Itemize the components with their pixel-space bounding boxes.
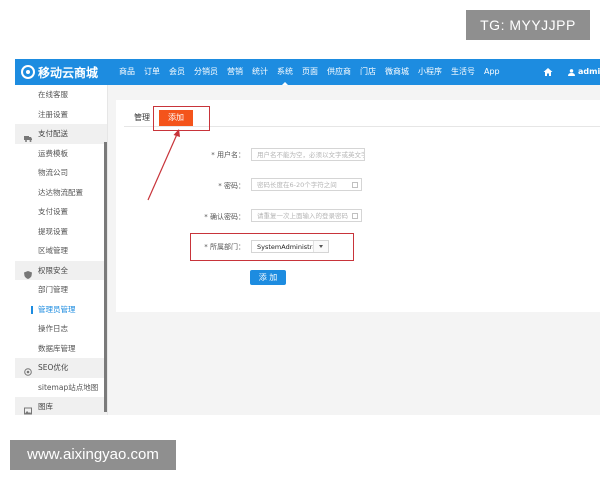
top-nav-bar: 移动云商城 商品 订单 会员 分销员 营销 统计 系统 页面 供应商 门店 微商城 小程序 生活号 App…: [15, 59, 600, 85]
sidebar-group-2[interactable]: 支付配送: [15, 124, 107, 144]
nav-item-11[interactable]: 小程序: [418, 59, 442, 85]
sidebar-label: 达达物流配置: [38, 187, 83, 197]
sidebar-label: 提现设置: [38, 226, 68, 236]
sidebar-label: 在线客服: [38, 90, 68, 99]
annotation-arrow: [147, 129, 180, 201]
sidebar-group-14[interactable]: SEO优化: [15, 358, 107, 378]
nav-item-12[interactable]: 生活号: [451, 59, 475, 85]
sidebar-item-0[interactable]: 在线客服: [15, 85, 107, 105]
main-nav: 商品 订单 会员 分销员 营销 统计 系统 页面 供应商 门店 微商城 小程序 生活号 App: [119, 59, 509, 85]
user-name: admin: [578, 67, 600, 76]
sidebar-item-5[interactable]: 达达物流配置: [15, 183, 107, 203]
user-menu[interactable]: admin: [568, 59, 600, 85]
username-input[interactable]: 用户名不能为空，必须以文字或英文字母开头: [251, 148, 365, 161]
logo-mark-icon: [21, 65, 35, 79]
sidebar-label: 支付设置: [38, 207, 68, 216]
password-input[interactable]: 密码长度在6-20个字符之间: [251, 178, 362, 191]
watermark-url: www.aixingyao.com: [10, 440, 176, 470]
nav-item-3[interactable]: 分销员: [194, 59, 218, 85]
sidebar-item-6[interactable]: 支付设置: [15, 202, 107, 222]
nav-item-2[interactable]: 会员: [169, 59, 185, 85]
sidebar-label: 部门管理: [38, 285, 68, 294]
nav-item-13[interactable]: App: [484, 59, 500, 85]
nav-item-9[interactable]: 门店: [360, 59, 376, 85]
brand-name: 移动云商城: [38, 65, 99, 80]
keyboard-icon[interactable]: [352, 213, 358, 219]
sidebar-label: 运费模板: [38, 148, 68, 158]
password-placeholder: 密码长度在6-20个字符之间: [257, 181, 337, 189]
sidebar-item-10[interactable]: 部门管理: [15, 280, 107, 300]
confirm-password-label: * 确认密码：: [204, 213, 245, 221]
sidebar-scrollbar[interactable]: [104, 142, 107, 412]
keyboard-icon[interactable]: [352, 182, 358, 188]
sidebar-item-8[interactable]: 区域管理: [15, 241, 107, 261]
watermark-tag: TG: MYYJJPP: [466, 10, 590, 40]
nav-item-7[interactable]: 页面: [302, 59, 318, 85]
image-icon: [24, 403, 32, 415]
sidebar-label: 区域管理: [38, 246, 68, 255]
annotation-box-department: [190, 233, 354, 261]
sidebar-item-13[interactable]: 数据库管理: [15, 339, 107, 359]
home-icon[interactable]: [543, 67, 553, 77]
sidebar-label: 数据库管理: [38, 343, 76, 353]
nav-item-5[interactable]: 统计: [252, 59, 268, 85]
sidebar-item-3[interactable]: 运费模板: [15, 144, 107, 164]
sidebar-label: 权限安全: [38, 265, 68, 275]
nav-item-4[interactable]: 营销: [227, 59, 243, 85]
sidebar-group-9[interactable]: 权限安全: [15, 260, 107, 280]
brand-logo[interactable]: 移动云商城: [21, 61, 98, 83]
sidebar-item-12[interactable]: 操作日志: [15, 319, 107, 339]
nav-item-1[interactable]: 订单: [144, 59, 160, 85]
nav-item-8[interactable]: 供应商: [327, 59, 351, 85]
sidebar-label: sitemap站点地图: [38, 382, 99, 392]
truck-icon: [24, 130, 32, 142]
sidebar-item-11[interactable]: 管理员管理: [15, 300, 107, 320]
sidebar-label: 注册设置: [38, 109, 68, 119]
sidebar-item-4[interactable]: 物流公司: [15, 163, 107, 183]
sidebar-label: 图库: [38, 402, 53, 411]
nav-item-0[interactable]: 商品: [119, 59, 135, 85]
sidebar-label: 支付配送: [38, 129, 68, 138]
sidebar-label: 操作日志: [38, 324, 68, 333]
sidebar-label: SEO优化: [38, 363, 69, 372]
add-submit-button[interactable]: 添 加: [250, 270, 286, 285]
sidebar-item-15[interactable]: sitemap站点地图: [15, 378, 107, 398]
user-icon: [568, 68, 575, 76]
nav-item-10[interactable]: 微商城: [385, 59, 409, 85]
sidebar-label: 物流公司: [38, 168, 68, 177]
target-icon: [24, 364, 32, 376]
sidebar: 在线客服注册设置支付配送运费模板物流公司达达物流配置 支付设置提现设置区域管理权限…: [15, 85, 108, 415]
nav-item-6[interactable]: 系统: [277, 59, 293, 85]
sidebar-group-16[interactable]: 图库: [15, 397, 107, 415]
sidebar-label: 管理员管理: [38, 304, 76, 314]
sidebar-item-7[interactable]: 提现设置: [15, 222, 107, 242]
confirm-password-input[interactable]: 请重复一次上面输入的登录密码: [251, 209, 362, 222]
confirm-password-placeholder: 请重复一次上面输入的登录密码: [257, 212, 348, 220]
tab-manage[interactable]: 管理: [134, 112, 150, 123]
sidebar-item-1[interactable]: 注册设置: [15, 105, 107, 125]
shield-icon: [24, 267, 32, 279]
